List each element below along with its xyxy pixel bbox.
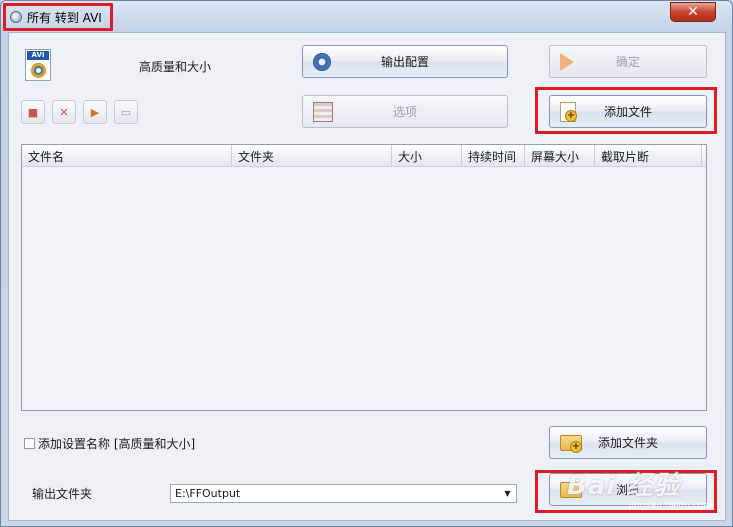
options-label: 选项 [392, 105, 417, 119]
close-button[interactable]: ✕ [670, 2, 716, 22]
title-bar: 所有 转到 AVI ✕ [1, 1, 732, 31]
file-list[interactable]: 文件名 文件夹 大小 持续时间 屏幕大小 截取片断 [21, 144, 707, 411]
output-folder-value: E:\FFOutput [175, 487, 241, 500]
add-file-label: 添加文件 [603, 105, 652, 119]
window-title: 所有 转到 AVI [27, 10, 102, 25]
chevron-down-icon[interactable]: ▼ [501, 487, 514, 500]
column-header-clip[interactable]: 截取片断 [595, 145, 702, 167]
clear-icon: ■ [27, 105, 39, 119]
gear-icon [313, 52, 331, 71]
column-header-duration[interactable]: 持续时间 [462, 145, 525, 167]
add-file-icon: + [560, 101, 578, 122]
add-file-button[interactable]: + 添加文件 [549, 95, 707, 128]
clear-list-button[interactable]: ■ [21, 100, 45, 124]
output-folder-label: 输出文件夹 [32, 487, 93, 501]
column-header-screen-size[interactable]: 屏幕大小 [525, 145, 595, 167]
column-header-folder[interactable]: 文件夹 [232, 145, 392, 167]
watermark-logo: Bai 经验 [567, 471, 681, 501]
ok-label: 确定 [615, 55, 640, 69]
add-setting-name-row[interactable]: 添加设置名称 [高质量和大小] [24, 435, 195, 452]
quality-label: 高质量和大小 [139, 60, 212, 74]
avi-tag: AVI [27, 51, 49, 60]
ok-button[interactable]: 确定 [549, 45, 707, 78]
add-folder-icon: + [560, 434, 582, 453]
app-icon [10, 11, 22, 23]
client-area: AVI 高质量和大小 输出配置 确定 ■ ✕ ▶ ▭ 选项 + 添加文件 文件名… [8, 32, 726, 521]
play-button[interactable]: ▶ [83, 100, 107, 124]
add-folder-label: 添加文件夹 [597, 436, 658, 450]
output-settings-label: 输出配置 [380, 55, 429, 69]
remove-file-button[interactable]: ✕ [52, 100, 76, 124]
output-settings-button[interactable]: 输出配置 [302, 45, 508, 78]
film-icon [313, 101, 333, 122]
arrow-right-icon [560, 52, 574, 71]
options-button[interactable]: 选项 [302, 95, 508, 128]
play-icon: ▶ [90, 105, 100, 119]
column-header-filename[interactable]: 文件名 [22, 145, 232, 167]
media-info-button[interactable]: ▭ [114, 100, 138, 124]
file-list-header: 文件名 文件夹 大小 持续时间 屏幕大小 截取片断 [22, 145, 706, 167]
avi-format-icon: AVI [25, 49, 51, 81]
add-setting-name-label: 添加设置名称 [高质量和大小] [38, 437, 196, 451]
watermark-url: jingyan.baidu.com [629, 501, 713, 511]
disc-icon [31, 63, 46, 78]
add-setting-name-checkbox[interactable] [24, 438, 35, 449]
close-icon: ✕ [687, 4, 699, 20]
add-folder-button[interactable]: + 添加文件夹 [549, 426, 707, 459]
output-folder-select[interactable]: E:\FFOutput ▼ [170, 484, 517, 503]
column-header-size[interactable]: 大小 [392, 145, 462, 167]
app-window: 所有 转到 AVI ✕ AVI 高质量和大小 输出配置 确定 ■ ✕ ▶ ▭ 选… [0, 0, 733, 527]
title-highlight: 所有 转到 AVI [3, 3, 113, 31]
remove-icon: ✕ [59, 105, 69, 119]
info-icon: ▭ [120, 105, 132, 119]
